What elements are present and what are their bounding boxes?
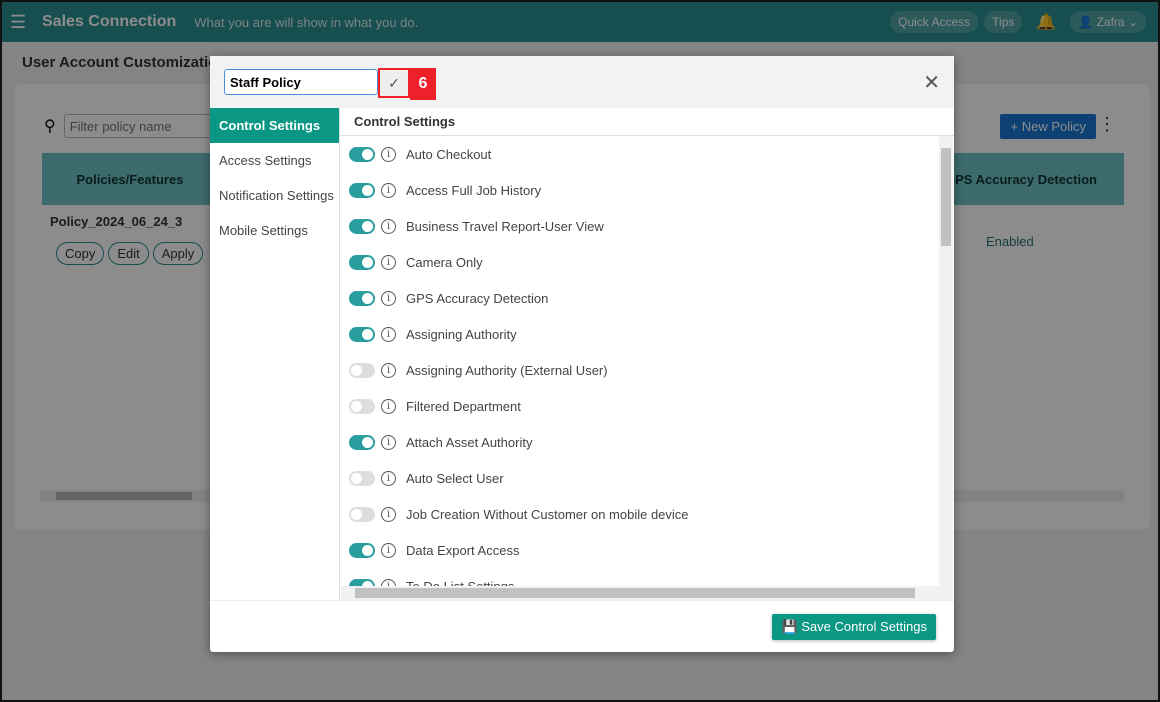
toggle-switch[interactable]	[349, 254, 375, 270]
setting-row: i Access Full Job History	[341, 172, 939, 208]
setting-row: i Business Travel Report-User View	[341, 208, 939, 244]
info-icon[interactable]: i	[381, 254, 396, 270]
info-icon[interactable]: i	[381, 398, 396, 414]
setting-row: i Attach Asset Authority	[341, 424, 939, 460]
setting-row: i Assigning Authority	[341, 316, 939, 352]
info-icon[interactable]: i	[381, 326, 396, 342]
setting-label: Job Creation Without Customer on mobile …	[406, 506, 689, 522]
info-icon[interactable]: i	[381, 362, 396, 378]
tab-notification-settings[interactable]: Notification Settings	[210, 178, 339, 213]
toggle-switch[interactable]	[349, 506, 375, 522]
toggle-switch[interactable]	[349, 326, 375, 342]
setting-row: i Auto Checkout	[341, 136, 939, 172]
toggle-switch[interactable]	[349, 218, 375, 234]
setting-label: Auto Select User	[406, 470, 504, 486]
setting-row: i Auto Select User	[341, 460, 939, 496]
close-icon[interactable]: ✕	[923, 70, 940, 95]
setting-row: i To Do List Settings	[341, 568, 939, 586]
toggle-switch[interactable]	[349, 182, 375, 198]
info-icon[interactable]: i	[381, 182, 396, 198]
policy-modal: ✓ 6 ✕ Control SettingsAccess SettingsNot…	[210, 56, 954, 652]
save-label: Save Control Settings	[801, 619, 927, 634]
policy-name-input[interactable]	[224, 69, 378, 95]
section-title: Control Settings	[341, 108, 954, 136]
tab-mobile-settings[interactable]: Mobile Settings	[210, 213, 339, 248]
setting-label: Business Travel Report-User View	[406, 218, 604, 234]
setting-row: i Filtered Department	[341, 388, 939, 424]
setting-label: GPS Accuracy Detection	[406, 290, 549, 306]
info-icon[interactable]: i	[381, 218, 396, 234]
setting-label: Assigning Authority (External User)	[406, 362, 608, 378]
setting-label: Data Export Access	[406, 542, 520, 558]
toggle-switch[interactable]	[349, 362, 375, 378]
toggle-switch[interactable]	[349, 146, 375, 162]
toggle-switch[interactable]	[349, 470, 375, 486]
setting-label: To Do List Settings	[406, 578, 515, 587]
tab-control-settings[interactable]: Control Settings	[210, 108, 339, 143]
info-icon[interactable]: i	[381, 434, 396, 450]
setting-row: i GPS Accuracy Detection	[341, 280, 939, 316]
setting-row: i Camera Only	[341, 244, 939, 280]
setting-label: Assigning Authority	[406, 326, 517, 342]
setting-label: Auto Checkout	[406, 146, 492, 162]
setting-row: i Assigning Authority (External User)	[341, 352, 939, 388]
horizontal-scrollbar[interactable]	[341, 586, 953, 600]
info-icon[interactable]: i	[381, 146, 396, 162]
tab-access-settings[interactable]: Access Settings	[210, 143, 339, 178]
toggle-switch[interactable]	[349, 578, 375, 586]
info-icon[interactable]: i	[381, 506, 396, 522]
info-icon[interactable]: i	[381, 470, 396, 486]
setting-row: i Data Export Access	[341, 532, 939, 568]
confirm-check-button[interactable]: ✓	[378, 68, 410, 98]
setting-label: Access Full Job History	[406, 182, 542, 198]
settings-list: i Auto Checkout i Access Full Job History i B…	[341, 136, 939, 586]
info-icon[interactable]: i	[381, 542, 396, 558]
setting-label: Attach Asset Authority	[406, 434, 533, 450]
toggle-switch[interactable]	[349, 434, 375, 450]
toggle-switch[interactable]	[349, 398, 375, 414]
toggle-switch[interactable]	[349, 542, 375, 558]
check-icon: ✓	[388, 74, 400, 91]
info-icon[interactable]: i	[381, 290, 396, 306]
setting-label: Camera Only	[406, 254, 483, 270]
step-badge: 6	[410, 68, 436, 100]
settings-tabs: Control Settings Access Settings Notificat…	[210, 108, 340, 600]
setting-row: i Job Creation Without Customer on mobile…	[341, 496, 939, 532]
save-control-settings-button[interactable]: 💾 Save Control Settings	[772, 614, 936, 640]
setting-label: Filtered Department	[406, 398, 521, 414]
info-icon[interactable]: i	[381, 578, 396, 586]
save-icon: 💾	[781, 619, 798, 634]
vertical-scrollbar[interactable]	[939, 136, 953, 586]
toggle-switch[interactable]	[349, 290, 375, 306]
